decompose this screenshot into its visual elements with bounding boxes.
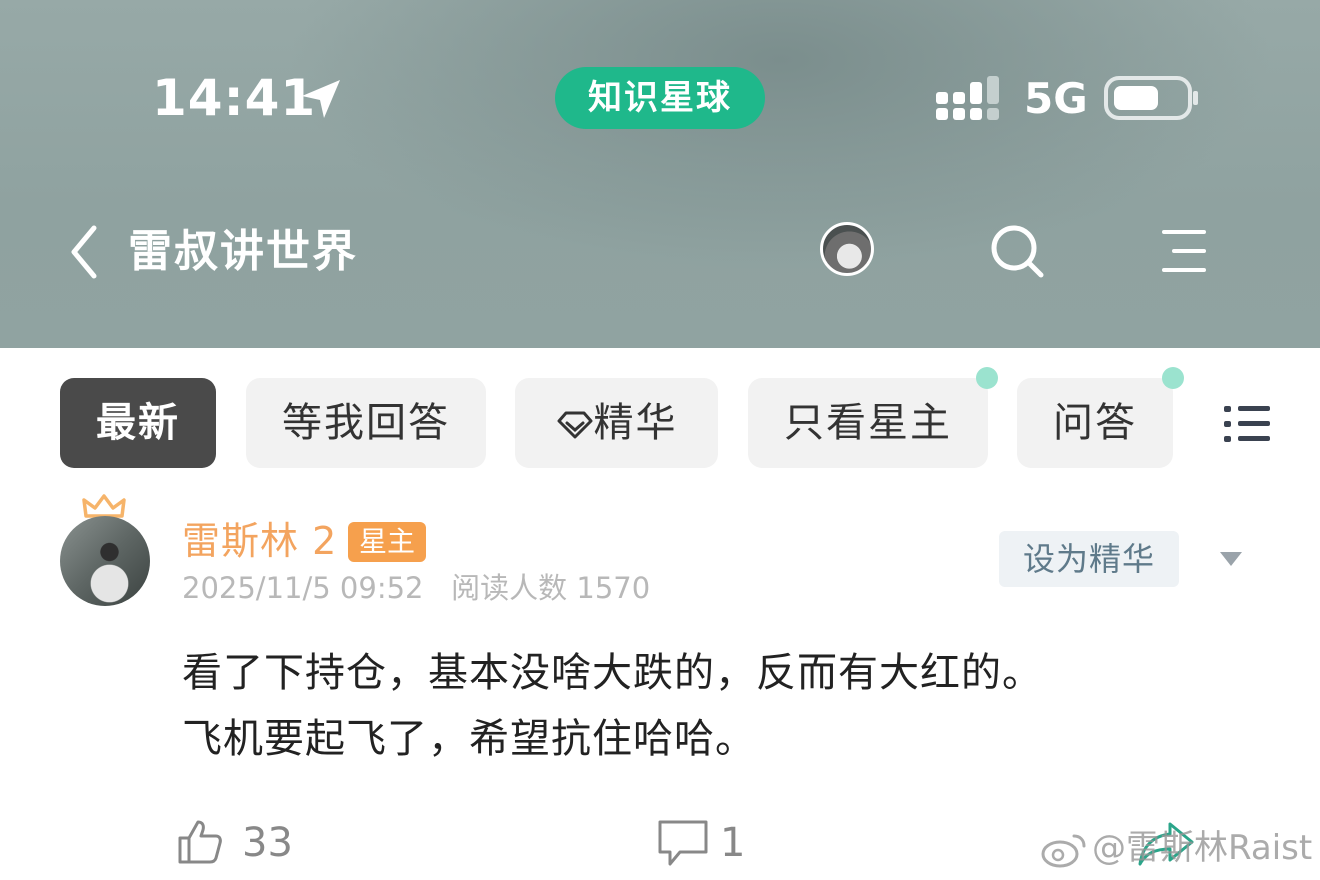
read-count: 阅读人数 1570 (451, 571, 651, 605)
location-arrow-icon (302, 80, 340, 118)
post-meta: 2025/11/5 09:52 阅读人数 1570 (182, 570, 650, 606)
menu-icon[interactable] (1158, 226, 1210, 276)
status-time: 14:41 (152, 69, 317, 127)
watermark-text: @雷斯林Raist (1092, 828, 1313, 868)
tab-awaiting-answer[interactable]: 等我回答 (246, 378, 486, 468)
app-name-pill[interactable]: 知识星球 (555, 67, 765, 129)
new-dot (1162, 367, 1184, 389)
tab-featured-label: 精华 (593, 400, 678, 446)
new-dot (976, 367, 998, 389)
author-avatar[interactable] (60, 516, 150, 606)
search-icon[interactable] (988, 222, 1046, 280)
group-title: 雷叔讲世界 (128, 226, 358, 277)
set-featured-button[interactable]: 设为精华 (999, 531, 1179, 587)
tab-qa[interactable]: 问答 (1017, 378, 1173, 468)
post-body: 看了下持仓，基本没啥大跌的，反而有大红的。 飞机要起飞了，希望抗住哈哈。 (182, 640, 1282, 772)
filter-tabs: 最新 等我回答 精华 只看星主 问答 (0, 367, 1320, 470)
like-count: 33 (242, 820, 293, 866)
tab-featured[interactable]: 精华 (515, 378, 718, 468)
header-avatar[interactable] (820, 222, 874, 276)
like-icon[interactable] (176, 818, 224, 866)
weibo-logo-icon (1041, 834, 1086, 868)
author-name[interactable]: 雷斯林 2 (182, 518, 337, 564)
tab-owner-only[interactable]: 只看星主 (748, 378, 988, 468)
comment-count: 1 (720, 820, 746, 866)
list-icon[interactable] (1222, 402, 1272, 446)
network-type: 5G (1024, 74, 1088, 123)
signal-icon (936, 76, 999, 120)
header: 14:41 知识星球 5G 雷叔讲世界 (0, 0, 1320, 348)
comment-icon[interactable] (656, 818, 710, 868)
owner-badge: 星主 (348, 522, 426, 562)
post-line: 看了下持仓，基本没啥大跌的，反而有大红的。 (182, 650, 1043, 696)
post-date: 2025/11/5 09:52 (182, 571, 424, 605)
back-icon[interactable] (66, 222, 106, 282)
tab-latest[interactable]: 最新 (60, 378, 216, 468)
diamond-icon (557, 411, 592, 439)
chevron-down-icon[interactable] (1218, 550, 1244, 568)
battery-icon (1104, 76, 1198, 120)
post-line: 飞机要起飞了，希望抗住哈哈。 (182, 716, 756, 762)
